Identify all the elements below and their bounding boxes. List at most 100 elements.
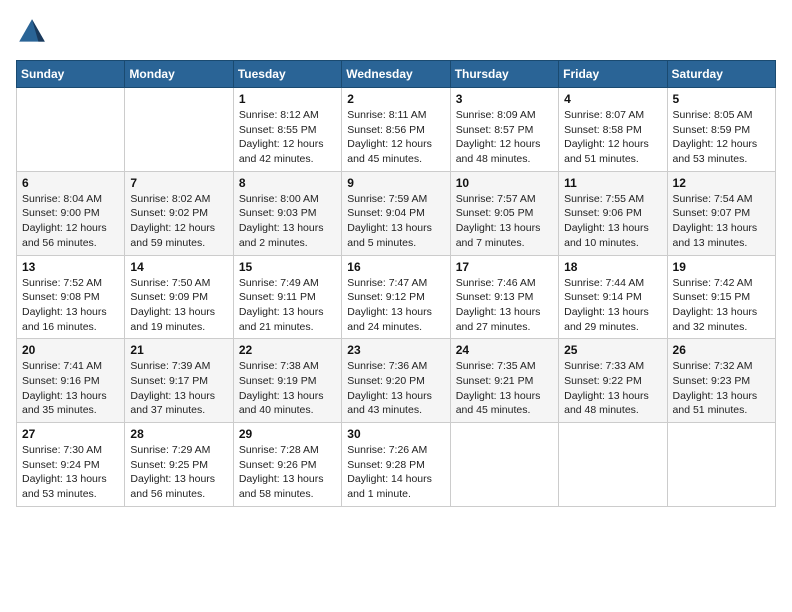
column-header-saturday: Saturday [667, 61, 775, 88]
calendar-cell: 12 Sunrise: 7:54 AM Sunset: 9:07 PM Dayli… [667, 171, 775, 255]
calendar-cell: 21 Sunrise: 7:39 AM Sunset: 9:17 PM Dayli… [125, 339, 233, 423]
calendar-cell: 11 Sunrise: 7:55 AM Sunset: 9:06 PM Dayli… [559, 171, 667, 255]
calendar-cell: 1 Sunrise: 8:12 AM Sunset: 8:55 PM Daylig… [233, 88, 341, 172]
column-header-wednesday: Wednesday [342, 61, 450, 88]
day-info: Sunrise: 7:59 AM Sunset: 9:04 PM Dayligh… [347, 192, 444, 251]
calendar-cell: 2 Sunrise: 8:11 AM Sunset: 8:56 PM Daylig… [342, 88, 450, 172]
day-number: 3 [456, 92, 553, 106]
day-info: Sunrise: 7:29 AM Sunset: 9:25 PM Dayligh… [130, 443, 227, 502]
calendar-cell [667, 423, 775, 507]
calendar-cell: 14 Sunrise: 7:50 AM Sunset: 9:09 PM Dayli… [125, 255, 233, 339]
day-info: Sunrise: 7:26 AM Sunset: 9:28 PM Dayligh… [347, 443, 444, 502]
calendar-cell: 28 Sunrise: 7:29 AM Sunset: 9:25 PM Dayli… [125, 423, 233, 507]
day-number: 13 [22, 260, 119, 274]
day-number: 6 [22, 176, 119, 190]
calendar-cell: 29 Sunrise: 7:28 AM Sunset: 9:26 PM Dayli… [233, 423, 341, 507]
column-header-sunday: Sunday [17, 61, 125, 88]
calendar-cell: 27 Sunrise: 7:30 AM Sunset: 9:24 PM Dayli… [17, 423, 125, 507]
day-info: Sunrise: 8:02 AM Sunset: 9:02 PM Dayligh… [130, 192, 227, 251]
calendar-cell: 8Sunrise: 8:00 AM Sunset: 9:03 PM Daylig… [233, 171, 341, 255]
day-info: Sunrise: 7:33 AM Sunset: 9:22 PM Dayligh… [564, 359, 661, 418]
calendar-cell: 30 Sunrise: 7:26 AM Sunset: 9:28 PM Dayli… [342, 423, 450, 507]
column-header-thursday: Thursday [450, 61, 558, 88]
day-info: Sunrise: 8:05 AM Sunset: 8:59 PM Dayligh… [673, 108, 770, 167]
day-number: 1 [239, 92, 336, 106]
day-info: Sunrise: 7:49 AM Sunset: 9:11 PM Dayligh… [239, 276, 336, 335]
day-number: 18 [564, 260, 661, 274]
logo-icon [16, 16, 48, 48]
calendar-cell: 6 Sunrise: 8:04 AM Sunset: 9:00 PM Daylig… [17, 171, 125, 255]
day-info: Sunrise: 7:57 AM Sunset: 9:05 PM Dayligh… [456, 192, 553, 251]
day-number: 7 [130, 176, 227, 190]
day-info: Sunrise: 7:35 AM Sunset: 9:21 PM Dayligh… [456, 359, 553, 418]
calendar-cell: 23Sunrise: 7:36 AM Sunset: 9:20 PM Dayli… [342, 339, 450, 423]
column-header-tuesday: Tuesday [233, 61, 341, 88]
column-header-friday: Friday [559, 61, 667, 88]
day-number: 2 [347, 92, 444, 106]
calendar-header-row: SundayMondayTuesdayWednesdayThursdayFrid… [17, 61, 776, 88]
column-header-monday: Monday [125, 61, 233, 88]
calendar-week-row: 6 Sunrise: 8:04 AM Sunset: 9:00 PM Daylig… [17, 171, 776, 255]
day-number: 15 [239, 260, 336, 274]
day-info: Sunrise: 7:38 AM Sunset: 9:19 PM Dayligh… [239, 359, 336, 418]
day-number: 8 [239, 176, 336, 190]
day-info: Sunrise: 8:09 AM Sunset: 8:57 PM Dayligh… [456, 108, 553, 167]
day-info: Sunrise: 8:04 AM Sunset: 9:00 PM Dayligh… [22, 192, 119, 251]
calendar-cell [559, 423, 667, 507]
calendar-cell [125, 88, 233, 172]
day-info: Sunrise: 7:42 AM Sunset: 9:15 PM Dayligh… [673, 276, 770, 335]
day-info: Sunrise: 8:11 AM Sunset: 8:56 PM Dayligh… [347, 108, 444, 167]
calendar-cell: 5 Sunrise: 8:05 AM Sunset: 8:59 PM Daylig… [667, 88, 775, 172]
calendar-cell: 7 Sunrise: 8:02 AM Sunset: 9:02 PM Daylig… [125, 171, 233, 255]
day-info: Sunrise: 7:47 AM Sunset: 9:12 PM Dayligh… [347, 276, 444, 335]
day-info: Sunrise: 7:50 AM Sunset: 9:09 PM Dayligh… [130, 276, 227, 335]
page-header [16, 16, 776, 48]
calendar-cell: 13Sunrise: 7:52 AM Sunset: 9:08 PM Dayli… [17, 255, 125, 339]
calendar-cell: 4Sunrise: 8:07 AM Sunset: 8:58 PM Daylig… [559, 88, 667, 172]
day-number: 12 [673, 176, 770, 190]
day-info: Sunrise: 7:39 AM Sunset: 9:17 PM Dayligh… [130, 359, 227, 418]
day-info: Sunrise: 7:36 AM Sunset: 9:20 PM Dayligh… [347, 359, 444, 418]
day-info: Sunrise: 7:28 AM Sunset: 9:26 PM Dayligh… [239, 443, 336, 502]
calendar-cell [17, 88, 125, 172]
calendar-cell: 3 Sunrise: 8:09 AM Sunset: 8:57 PM Daylig… [450, 88, 558, 172]
calendar-cell: 24 Sunrise: 7:35 AM Sunset: 9:21 PM Dayli… [450, 339, 558, 423]
day-info: Sunrise: 7:46 AM Sunset: 9:13 PM Dayligh… [456, 276, 553, 335]
calendar-cell: 15 Sunrise: 7:49 AM Sunset: 9:11 PM Dayli… [233, 255, 341, 339]
day-info: Sunrise: 7:30 AM Sunset: 9:24 PM Dayligh… [22, 443, 119, 502]
calendar-cell: 17 Sunrise: 7:46 AM Sunset: 9:13 PM Dayli… [450, 255, 558, 339]
day-number: 19 [673, 260, 770, 274]
day-number: 10 [456, 176, 553, 190]
calendar-cell: 16 Sunrise: 7:47 AM Sunset: 9:12 PM Dayli… [342, 255, 450, 339]
day-number: 29 [239, 427, 336, 441]
day-number: 21 [130, 343, 227, 357]
day-number: 20 [22, 343, 119, 357]
calendar-week-row: 20 Sunrise: 7:41 AM Sunset: 9:16 PM Dayli… [17, 339, 776, 423]
day-number: 24 [456, 343, 553, 357]
calendar-cell: 22Sunrise: 7:38 AM Sunset: 9:19 PM Dayli… [233, 339, 341, 423]
day-info: Sunrise: 7:41 AM Sunset: 9:16 PM Dayligh… [22, 359, 119, 418]
day-number: 26 [673, 343, 770, 357]
day-number: 4 [564, 92, 661, 106]
day-number: 27 [22, 427, 119, 441]
day-number: 9 [347, 176, 444, 190]
day-info: Sunrise: 8:12 AM Sunset: 8:55 PM Dayligh… [239, 108, 336, 167]
day-number: 5 [673, 92, 770, 106]
day-number: 11 [564, 176, 661, 190]
day-number: 28 [130, 427, 227, 441]
day-number: 14 [130, 260, 227, 274]
calendar-cell: 9 Sunrise: 7:59 AM Sunset: 9:04 PM Daylig… [342, 171, 450, 255]
calendar-week-row: 13Sunrise: 7:52 AM Sunset: 9:08 PM Dayli… [17, 255, 776, 339]
calendar-cell: 18 Sunrise: 7:44 AM Sunset: 9:14 PM Dayli… [559, 255, 667, 339]
day-info: Sunrise: 7:54 AM Sunset: 9:07 PM Dayligh… [673, 192, 770, 251]
calendar-table: SundayMondayTuesdayWednesdayThursdayFrid… [16, 60, 776, 507]
day-number: 16 [347, 260, 444, 274]
calendar-week-row: 27 Sunrise: 7:30 AM Sunset: 9:24 PM Dayli… [17, 423, 776, 507]
day-number: 25 [564, 343, 661, 357]
logo [16, 16, 52, 48]
day-number: 30 [347, 427, 444, 441]
calendar-cell: 20 Sunrise: 7:41 AM Sunset: 9:16 PM Dayli… [17, 339, 125, 423]
day-info: Sunrise: 7:44 AM Sunset: 9:14 PM Dayligh… [564, 276, 661, 335]
day-info: Sunrise: 7:55 AM Sunset: 9:06 PM Dayligh… [564, 192, 661, 251]
day-number: 17 [456, 260, 553, 274]
